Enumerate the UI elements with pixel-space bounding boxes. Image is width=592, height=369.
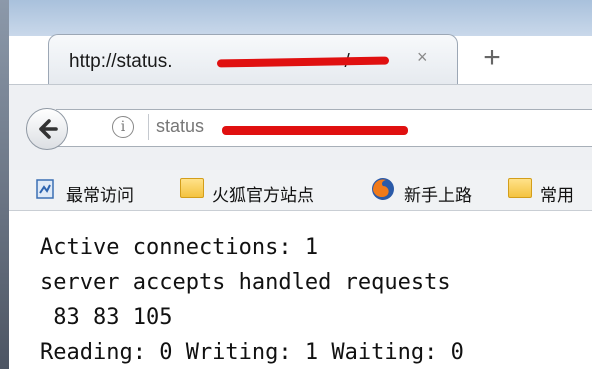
back-button[interactable] [26, 108, 68, 150]
status-line-active-connections: Active connections: 1 [40, 235, 319, 260]
folder-icon [508, 178, 532, 198]
redaction-mark [222, 126, 408, 135]
folder-icon [180, 178, 204, 198]
new-tab-button[interactable]: + [470, 36, 514, 80]
status-line-counts: 83 83 105 [40, 305, 173, 330]
window-left-edge [0, 0, 9, 369]
status-line-reading-writing: Reading: 0 Writing: 1 Waiting: 0 [40, 340, 464, 365]
back-arrow-icon [39, 119, 58, 139]
tab-active[interactable]: http://status./ × [48, 34, 458, 84]
bookmark-page-icon [36, 179, 54, 199]
bookmark-most-visited[interactable]: 最常访问 [66, 181, 134, 206]
firefox-icon [372, 178, 394, 200]
url-separator [148, 114, 149, 140]
browser-window: http://status./ × + i status 最常访问 火狐官方站点… [0, 0, 592, 369]
site-info-icon[interactable]: i [112, 116, 134, 138]
status-line-header: server accepts handled requests [40, 270, 451, 295]
title-bar [9, 0, 592, 36]
bookmark-common[interactable]: 常用 [540, 181, 574, 206]
close-tab-icon[interactable]: × [417, 47, 428, 68]
bookmark-firefox-official[interactable]: 火狐官方站点 [212, 181, 314, 206]
url-text[interactable]: status [156, 116, 204, 137]
bookmark-getting-started[interactable]: 新手上路 [404, 181, 472, 206]
redaction-mark [216, 56, 390, 68]
